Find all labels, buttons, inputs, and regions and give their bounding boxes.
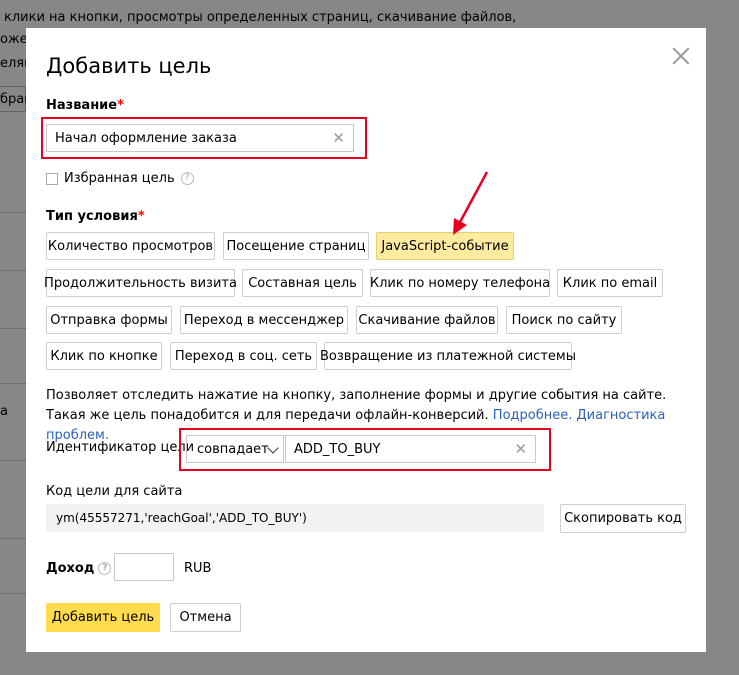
add-goal-button[interactable]: Добавить цель [46, 603, 160, 632]
condition-social-button[interactable]: Переход в соц. сеть [170, 342, 317, 370]
condition-page-visit-button[interactable]: Посещение страниц [223, 232, 369, 260]
name-label-text: Название [46, 98, 118, 113]
help-icon[interactable]: ? [98, 562, 112, 575]
add-goal-dialog: Добавить цель Название* Начал оформление… [26, 28, 706, 652]
copy-code-button[interactable]: Скопировать код [560, 504, 686, 533]
cancel-button[interactable]: Отмена [170, 603, 241, 632]
identifier-label: Идентификатор цели [46, 440, 195, 455]
annotation-highlight [41, 117, 367, 159]
income-input[interactable] [114, 553, 174, 581]
more-link[interactable]: Подробнее. [493, 408, 573, 423]
condition-pageviews-button[interactable]: Количество просмотров [46, 232, 215, 260]
required-mark: * [117, 98, 124, 113]
condition-payment-return-button[interactable]: Возвращение из платежной системы [320, 342, 576, 370]
name-label: Название* [46, 98, 124, 113]
currency-label: RUB [184, 561, 212, 576]
close-icon[interactable] [670, 46, 692, 68]
condition-download-button[interactable]: Скачивание файлов [356, 306, 498, 334]
income-label: Доход ? [46, 561, 112, 576]
required-mark: * [137, 209, 145, 224]
condition-button-click-button[interactable]: Клик по кнопке [46, 342, 162, 370]
income-label-text: Доход [46, 561, 95, 576]
code-label: Код цели для сайта [46, 484, 183, 499]
condition-label: Тип условия* [46, 209, 145, 224]
help-icon[interactable]: ? [180, 172, 194, 185]
condition-form-submit-button[interactable]: Отправка формы [46, 306, 172, 334]
annotation-highlight [179, 428, 551, 471]
condition-messenger-button[interactable]: Переход в мессенджер [180, 306, 348, 334]
condition-js-event-button[interactable]: JavaScript-событие [376, 232, 514, 260]
condition-label-text: Тип условия [46, 209, 138, 224]
dialog-title: Добавить цель [46, 54, 212, 78]
favorite-checkbox[interactable] [46, 172, 58, 185]
condition-email-click-button[interactable]: Клик по email [557, 269, 663, 297]
condition-phone-click-button[interactable]: Клик по номеру телефона [370, 269, 550, 297]
goal-code-box: ym(45557271,'reachGoal','ADD_TO_BUY') [46, 504, 544, 532]
favorite-label: Избранная цель [64, 171, 175, 186]
condition-site-search-button[interactable]: Поиск по сайту [506, 306, 622, 334]
description-text: Позволяет отследить нажатие на кнопку, з… [46, 388, 667, 423]
condition-composite-button[interactable]: Составная цель [242, 269, 363, 297]
condition-duration-button[interactable]: Продолжительность визита [44, 269, 237, 297]
favorite-checkbox-row: Избранная цель ? [46, 171, 194, 186]
